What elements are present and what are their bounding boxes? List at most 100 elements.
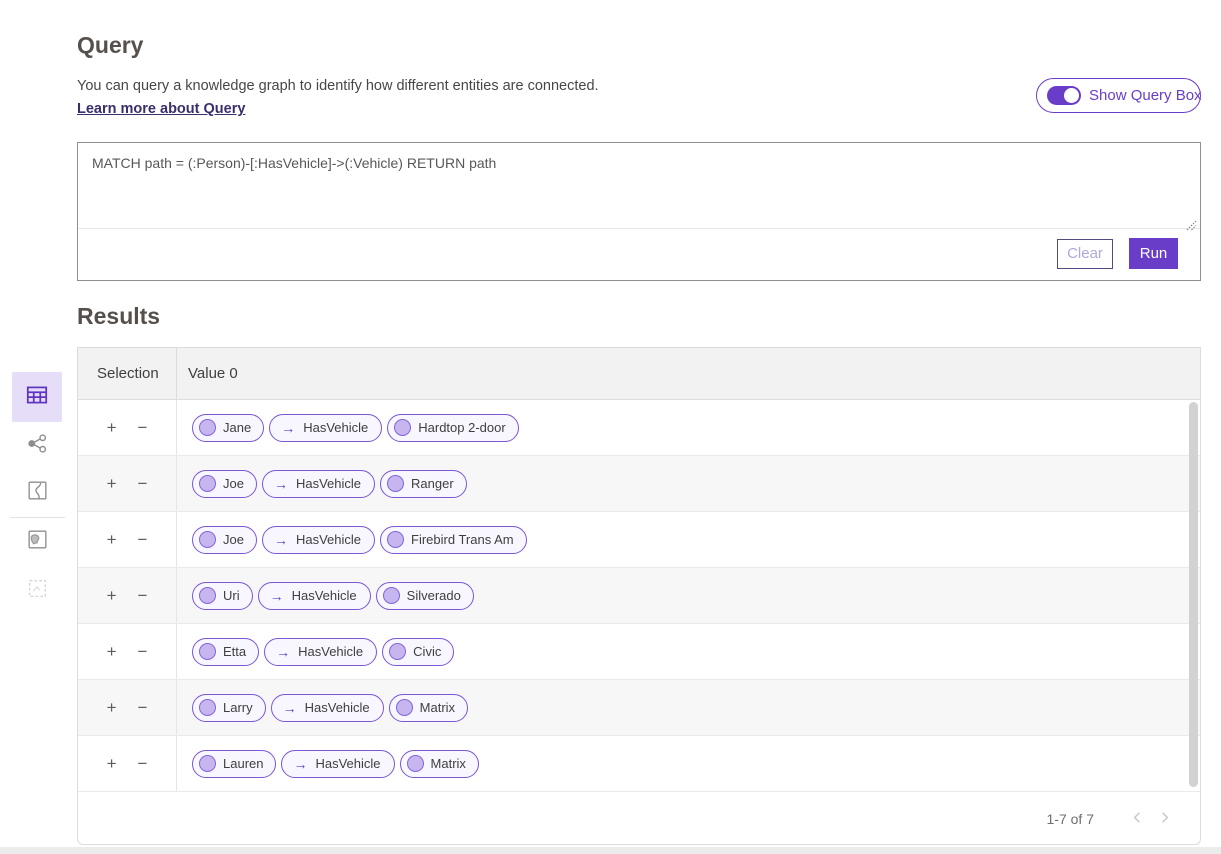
expand-row-button[interactable]: + — [105, 417, 119, 438]
sidebar-item-map-view[interactable] — [12, 517, 62, 567]
collapse-row-button[interactable]: − — [136, 473, 150, 494]
node-circle-icon — [199, 587, 216, 604]
edge-pill[interactable]: → HasVehicle — [281, 750, 394, 778]
collapse-row-button[interactable]: − — [136, 417, 150, 438]
node-pill[interactable]: Matrix — [400, 750, 479, 778]
node-circle-icon — [396, 699, 413, 716]
graph-view-icon — [25, 431, 50, 461]
scrollbar-thumb[interactable] — [1189, 402, 1198, 787]
expand-row-button[interactable]: + — [105, 473, 119, 494]
node-pill[interactable]: Civic — [382, 638, 454, 666]
node-pill[interactable]: Matrix — [389, 694, 468, 722]
node-pill[interactable]: Hardtop 2-door — [387, 414, 518, 442]
node-circle-icon — [387, 531, 404, 548]
show-query-box-toggle[interactable]: Show Query Box — [1036, 78, 1201, 113]
table-row: + − Lauren → HasVehicle Matrix — [78, 736, 1200, 792]
edge-pill[interactable]: → HasVehicle — [269, 414, 382, 442]
edge-pill[interactable]: →HasVehicle — [262, 526, 375, 554]
expand-row-button[interactable]: + — [105, 585, 119, 606]
resize-grip-icon[interactable] — [1186, 218, 1197, 236]
edge-arrow-icon: → — [274, 533, 288, 547]
node-circle-icon — [387, 475, 404, 492]
pill-label: Ranger — [411, 476, 454, 491]
pill-label: Matrix — [431, 756, 466, 771]
node-circle-icon — [199, 755, 216, 772]
edge-arrow-icon: → — [276, 645, 290, 659]
node-pill[interactable]: Jane — [192, 414, 264, 442]
row-selection-cell: + − — [78, 512, 177, 567]
row-value-cell: Jane → HasVehicle Hardtop 2-door — [177, 400, 1200, 455]
node-pill[interactable]: Joe — [192, 526, 257, 554]
clear-button[interactable]: Clear — [1057, 239, 1113, 269]
edge-arrow-icon: → — [293, 757, 307, 771]
node-circle-icon — [199, 475, 216, 492]
chart-view-icon — [25, 478, 50, 508]
bottom-divider — [0, 847, 1221, 854]
node-pill[interactable]: Ranger — [380, 470, 467, 498]
edge-arrow-icon: → — [270, 589, 284, 603]
pill-label: Hardtop 2-door — [418, 420, 505, 435]
edge-pill[interactable]: →HasVehicle — [262, 470, 375, 498]
edge-pill[interactable]: →HasVehicle — [264, 638, 377, 666]
pagination-range: 1-7 of 7 — [1047, 811, 1094, 827]
sidebar-item-graph-view[interactable] — [12, 421, 62, 471]
column-header-selection: Selection — [78, 348, 177, 399]
node-circle-icon — [383, 587, 400, 604]
node-pill[interactable]: Lauren — [192, 750, 276, 778]
pill-label: HasVehicle — [315, 756, 380, 771]
row-value-cell: Lauren → HasVehicle Matrix — [177, 736, 1200, 791]
expand-row-button[interactable]: + — [105, 753, 119, 774]
row-selection-cell: + − — [78, 680, 177, 735]
edge-pill[interactable]: →HasVehicle — [271, 694, 384, 722]
edge-arrow-icon: → — [281, 421, 295, 435]
row-selection-cell: + − — [78, 624, 177, 679]
node-pill[interactable]: Firebird Trans Am — [380, 526, 527, 554]
query-input[interactable]: MATCH path = (:Person)-[:HasVehicle]->(:… — [78, 143, 1200, 229]
table-row: + − Joe →HasVehicle Ranger — [78, 456, 1200, 512]
pill-label: Joe — [223, 476, 244, 491]
table-body: + − Jane → HasVehicle Hardtop 2-door + − … — [78, 400, 1200, 792]
row-selection-cell: + − — [78, 568, 177, 623]
edge-arrow-icon: → — [274, 477, 288, 491]
collapse-row-button[interactable]: − — [136, 529, 150, 550]
collapse-row-button[interactable]: − — [136, 641, 150, 662]
table-row: + − Jane → HasVehicle Hardtop 2-door — [78, 400, 1200, 456]
node-circle-icon — [389, 643, 406, 660]
pill-label: HasVehicle — [303, 420, 368, 435]
node-pill[interactable]: Larry — [192, 694, 266, 722]
toggle-switch-icon[interactable] — [1047, 86, 1081, 105]
node-pill[interactable]: Silverado — [376, 582, 474, 610]
expand-row-button[interactable]: + — [105, 529, 119, 550]
collapse-row-button[interactable]: − — [136, 753, 150, 774]
node-pill[interactable]: Etta — [192, 638, 259, 666]
widget-view-icon — [25, 576, 50, 606]
expand-row-button[interactable]: + — [105, 697, 119, 718]
node-pill[interactable]: Uri — [192, 582, 253, 610]
chevron-right-icon — [1157, 813, 1172, 828]
row-selection-cell: + − — [78, 736, 177, 791]
next-page-button[interactable] — [1151, 808, 1178, 830]
collapse-row-button[interactable]: − — [136, 585, 150, 606]
page-title: Query — [77, 32, 143, 59]
vertical-scrollbar[interactable] — [1189, 401, 1198, 790]
pill-label: Jane — [223, 420, 251, 435]
run-button[interactable]: Run — [1129, 238, 1178, 269]
column-header-value: Value 0 — [177, 365, 1200, 382]
map-view-icon — [25, 527, 50, 557]
table-footer: 1-7 of 7 — [78, 792, 1200, 845]
collapse-row-button[interactable]: − — [136, 697, 150, 718]
sidebar-item-chart-view[interactable] — [12, 468, 62, 518]
node-circle-icon — [199, 531, 216, 548]
node-pill[interactable]: Joe — [192, 470, 257, 498]
learn-more-link[interactable]: Learn more about Query — [77, 101, 245, 117]
pill-label: Joe — [223, 532, 244, 547]
expand-row-button[interactable]: + — [105, 641, 119, 662]
table-row: + − Etta →HasVehicle Civic — [78, 624, 1200, 680]
prev-page-button[interactable] — [1124, 808, 1151, 830]
edge-pill[interactable]: →HasVehicle — [258, 582, 371, 610]
row-value-cell: Joe →HasVehicle Ranger — [177, 456, 1200, 511]
node-circle-icon — [199, 643, 216, 660]
pill-label: Larry — [223, 700, 253, 715]
sidebar-item-table-view[interactable] — [12, 372, 62, 422]
row-selection-cell: + − — [78, 456, 177, 511]
